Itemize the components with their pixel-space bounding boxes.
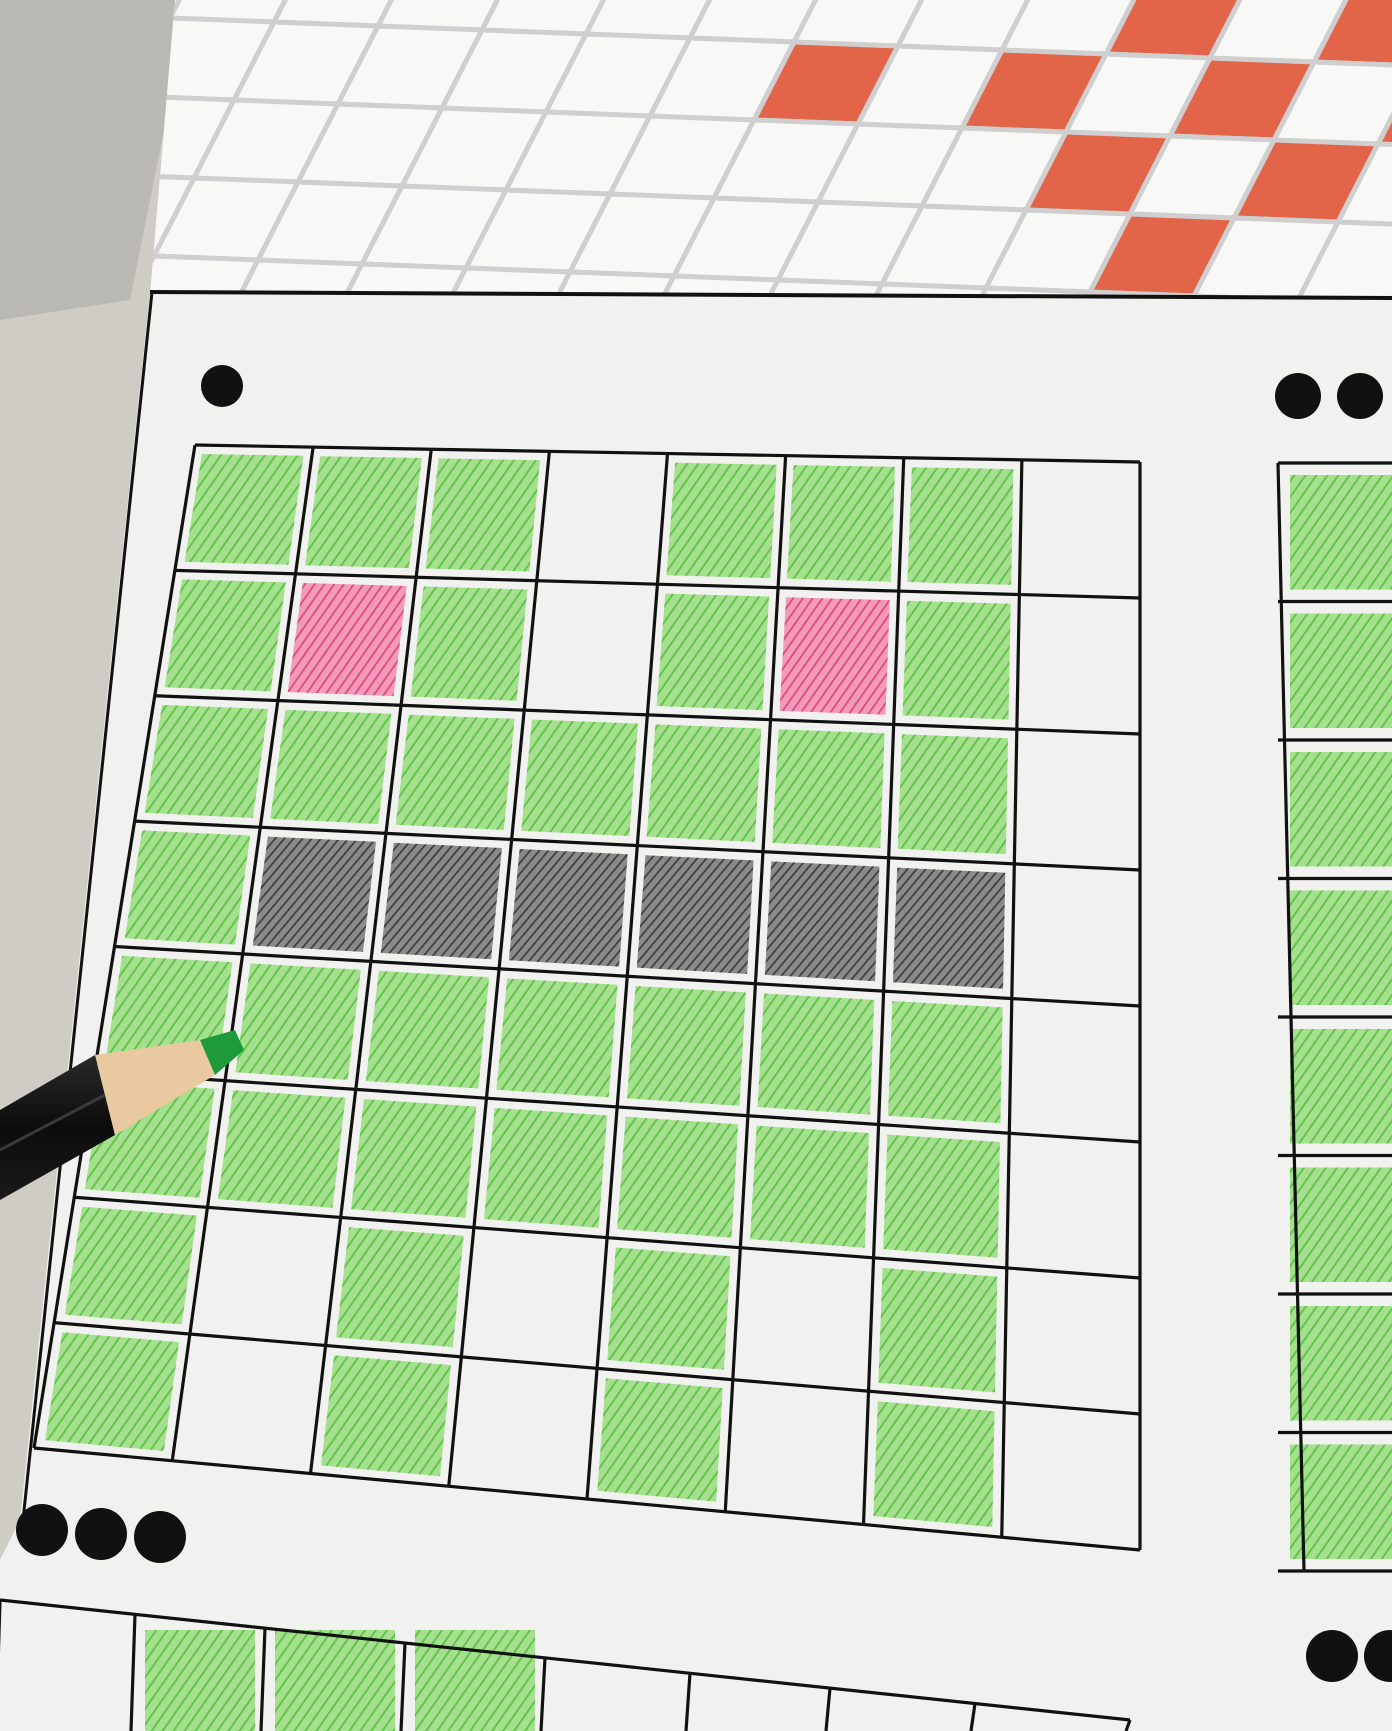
marker-dot — [1275, 373, 1321, 419]
green-cell — [750, 1125, 869, 1248]
green-cell — [1290, 475, 1392, 590]
marker-dot — [75, 1508, 127, 1560]
marker-dot — [201, 365, 243, 407]
marker-dot — [1306, 1630, 1358, 1682]
empty-cell — [733, 1248, 874, 1392]
green-cell — [888, 1001, 1003, 1124]
green-cell — [145, 1630, 255, 1731]
green-cell — [336, 1227, 464, 1348]
green-cell — [646, 724, 762, 842]
empty-cell — [449, 1357, 597, 1499]
pink-cell — [779, 597, 890, 715]
green-cell — [1290, 1306, 1392, 1421]
right-partial-grid — [1276, 461, 1392, 1573]
green-cell — [144, 704, 268, 818]
empty-cell — [1007, 1133, 1140, 1278]
empty-cell — [1012, 864, 1140, 1006]
green-cell — [425, 458, 541, 572]
green-cell — [64, 1206, 197, 1325]
green-cell — [1290, 752, 1392, 867]
pink-cell — [287, 583, 407, 697]
marker-dot — [16, 1504, 68, 1556]
green-cell — [1290, 613, 1392, 728]
marker-dot — [1337, 373, 1383, 419]
green-cell — [270, 709, 392, 824]
green-cell — [878, 1267, 998, 1393]
green-cell — [365, 970, 490, 1089]
green-cell — [897, 734, 1008, 855]
empty-cell — [461, 1228, 607, 1369]
green-cell — [235, 963, 361, 1080]
green-cell — [1290, 890, 1392, 1005]
green-cell — [496, 978, 618, 1098]
green-cell — [1290, 1029, 1392, 1144]
green-cell — [607, 1247, 731, 1370]
empty-cell — [1014, 729, 1140, 870]
empty-cell — [1002, 1403, 1140, 1550]
green-cell — [1290, 1444, 1392, 1559]
green-cell — [656, 593, 769, 711]
green-cell — [883, 1134, 1000, 1258]
gray-cell — [892, 867, 1006, 989]
green-cell — [275, 1630, 395, 1731]
green-cell — [787, 465, 895, 582]
green-cell — [305, 456, 422, 569]
marker-three-dots — [16, 1504, 186, 1563]
green-cell — [351, 1099, 477, 1218]
green-cell — [410, 586, 528, 701]
empty-cell — [1004, 1268, 1140, 1414]
empty-cell — [190, 1207, 341, 1345]
gray-cell — [764, 861, 880, 982]
green-cell — [217, 1090, 346, 1208]
empty-cell — [172, 1334, 325, 1474]
green-cell — [907, 467, 1014, 585]
photo-scene — [0, 0, 1392, 1731]
green-cell — [184, 454, 304, 565]
green-cell — [521, 719, 638, 836]
empty-cell — [1009, 999, 1140, 1142]
green-cell — [617, 1116, 739, 1238]
green-cell — [597, 1378, 723, 1502]
green-cell — [1290, 1167, 1392, 1282]
empty-cell — [725, 1380, 868, 1525]
marker-one-dot — [201, 365, 243, 407]
green-cell — [772, 729, 885, 849]
coloring-grid — [32, 443, 1142, 1552]
gray-cell — [252, 836, 376, 952]
green-cell — [873, 1401, 995, 1527]
gray-cell — [508, 849, 628, 967]
green-cell — [321, 1355, 451, 1477]
empty-cell — [1019, 460, 1140, 598]
marker-two-dots-bottom — [1306, 1630, 1392, 1682]
green-cell — [666, 462, 777, 579]
green-cell — [627, 986, 746, 1106]
empty-cell — [524, 581, 657, 715]
empty-cell — [1017, 595, 1140, 735]
gray-cell — [380, 842, 502, 960]
green-cell — [164, 579, 286, 692]
gray-cell — [636, 855, 754, 974]
marker-dot — [134, 1511, 186, 1563]
green-cell — [45, 1332, 179, 1451]
green-cell — [484, 1107, 608, 1228]
green-cell — [395, 714, 515, 830]
green-cell — [902, 600, 1011, 720]
green-cell — [124, 830, 251, 945]
green-cell — [757, 993, 875, 1115]
empty-cell — [537, 451, 668, 584]
